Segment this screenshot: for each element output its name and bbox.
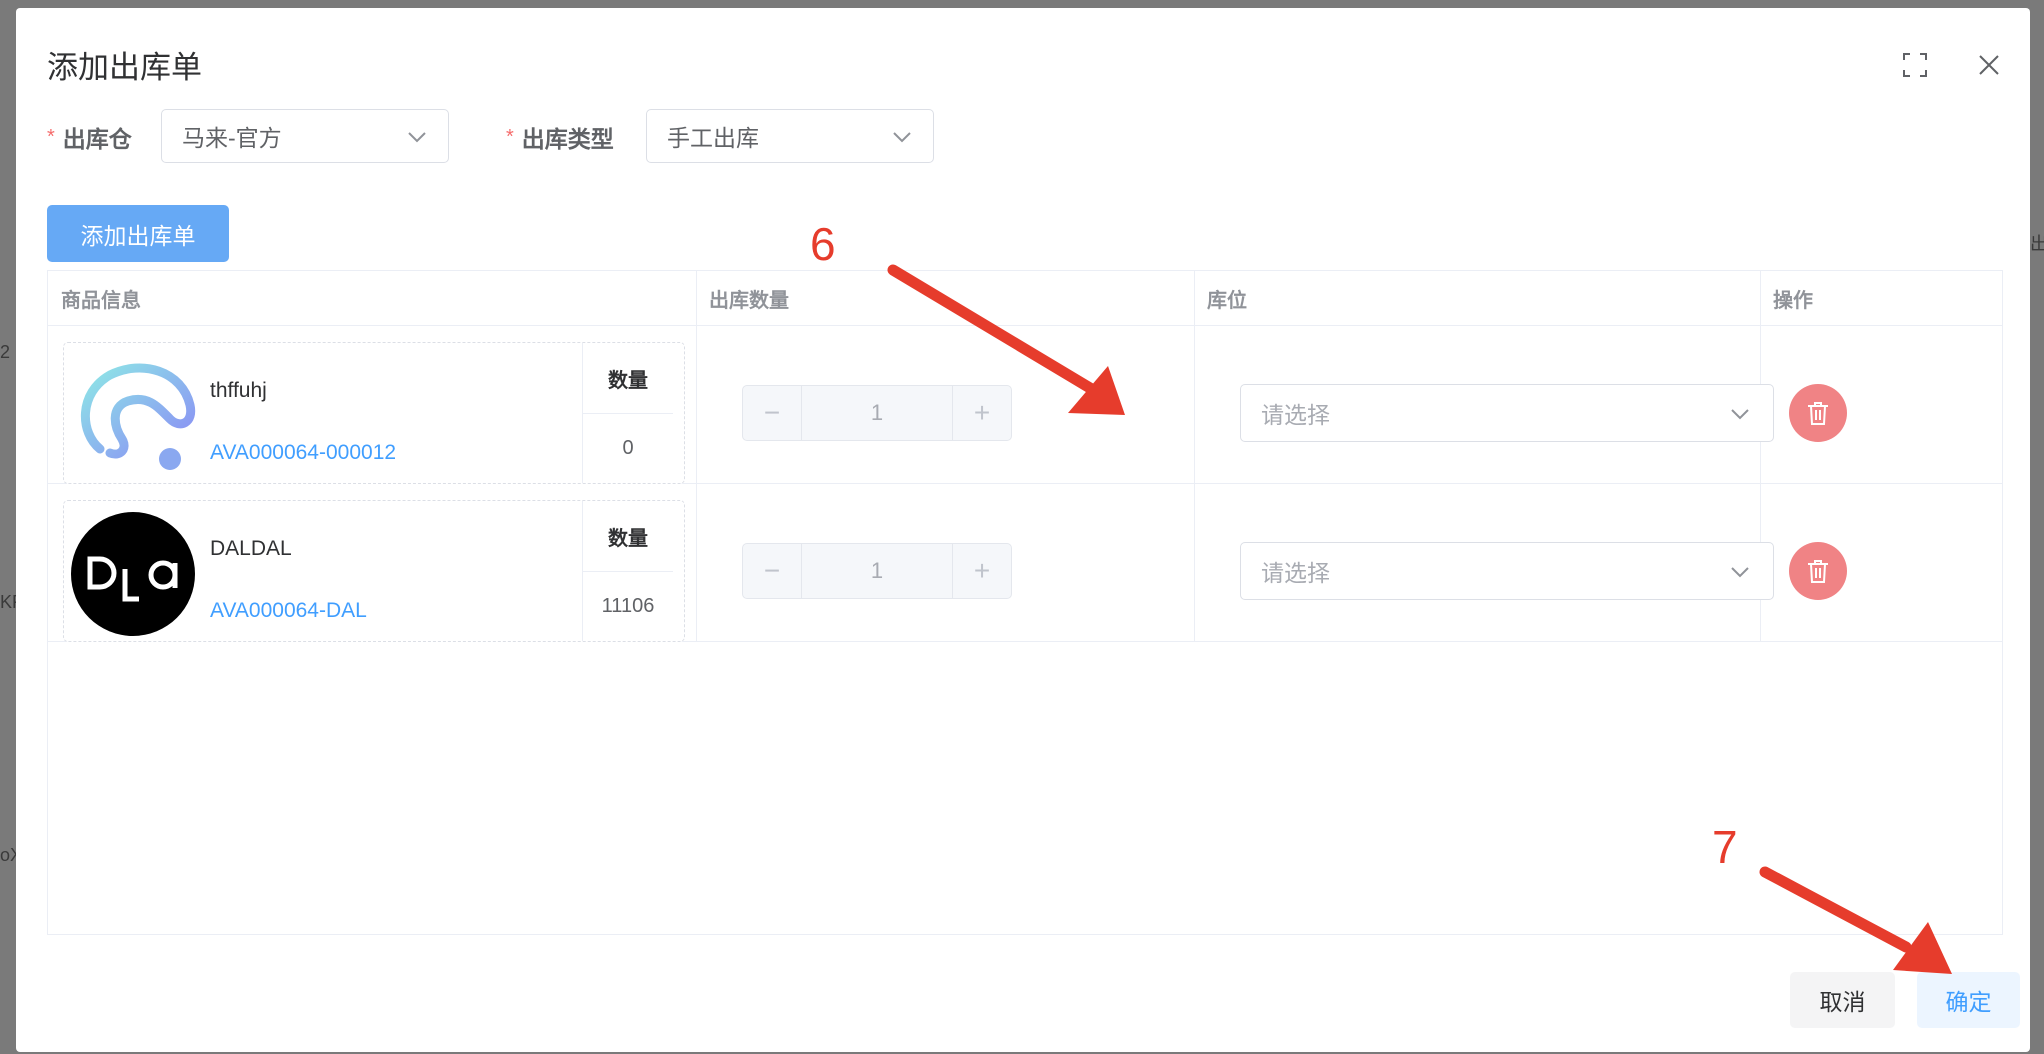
annotation-arrows	[887, 264, 1952, 974]
annotation-arrow-6	[887, 264, 1125, 415]
annotation-arrow-7	[1759, 866, 1952, 974]
